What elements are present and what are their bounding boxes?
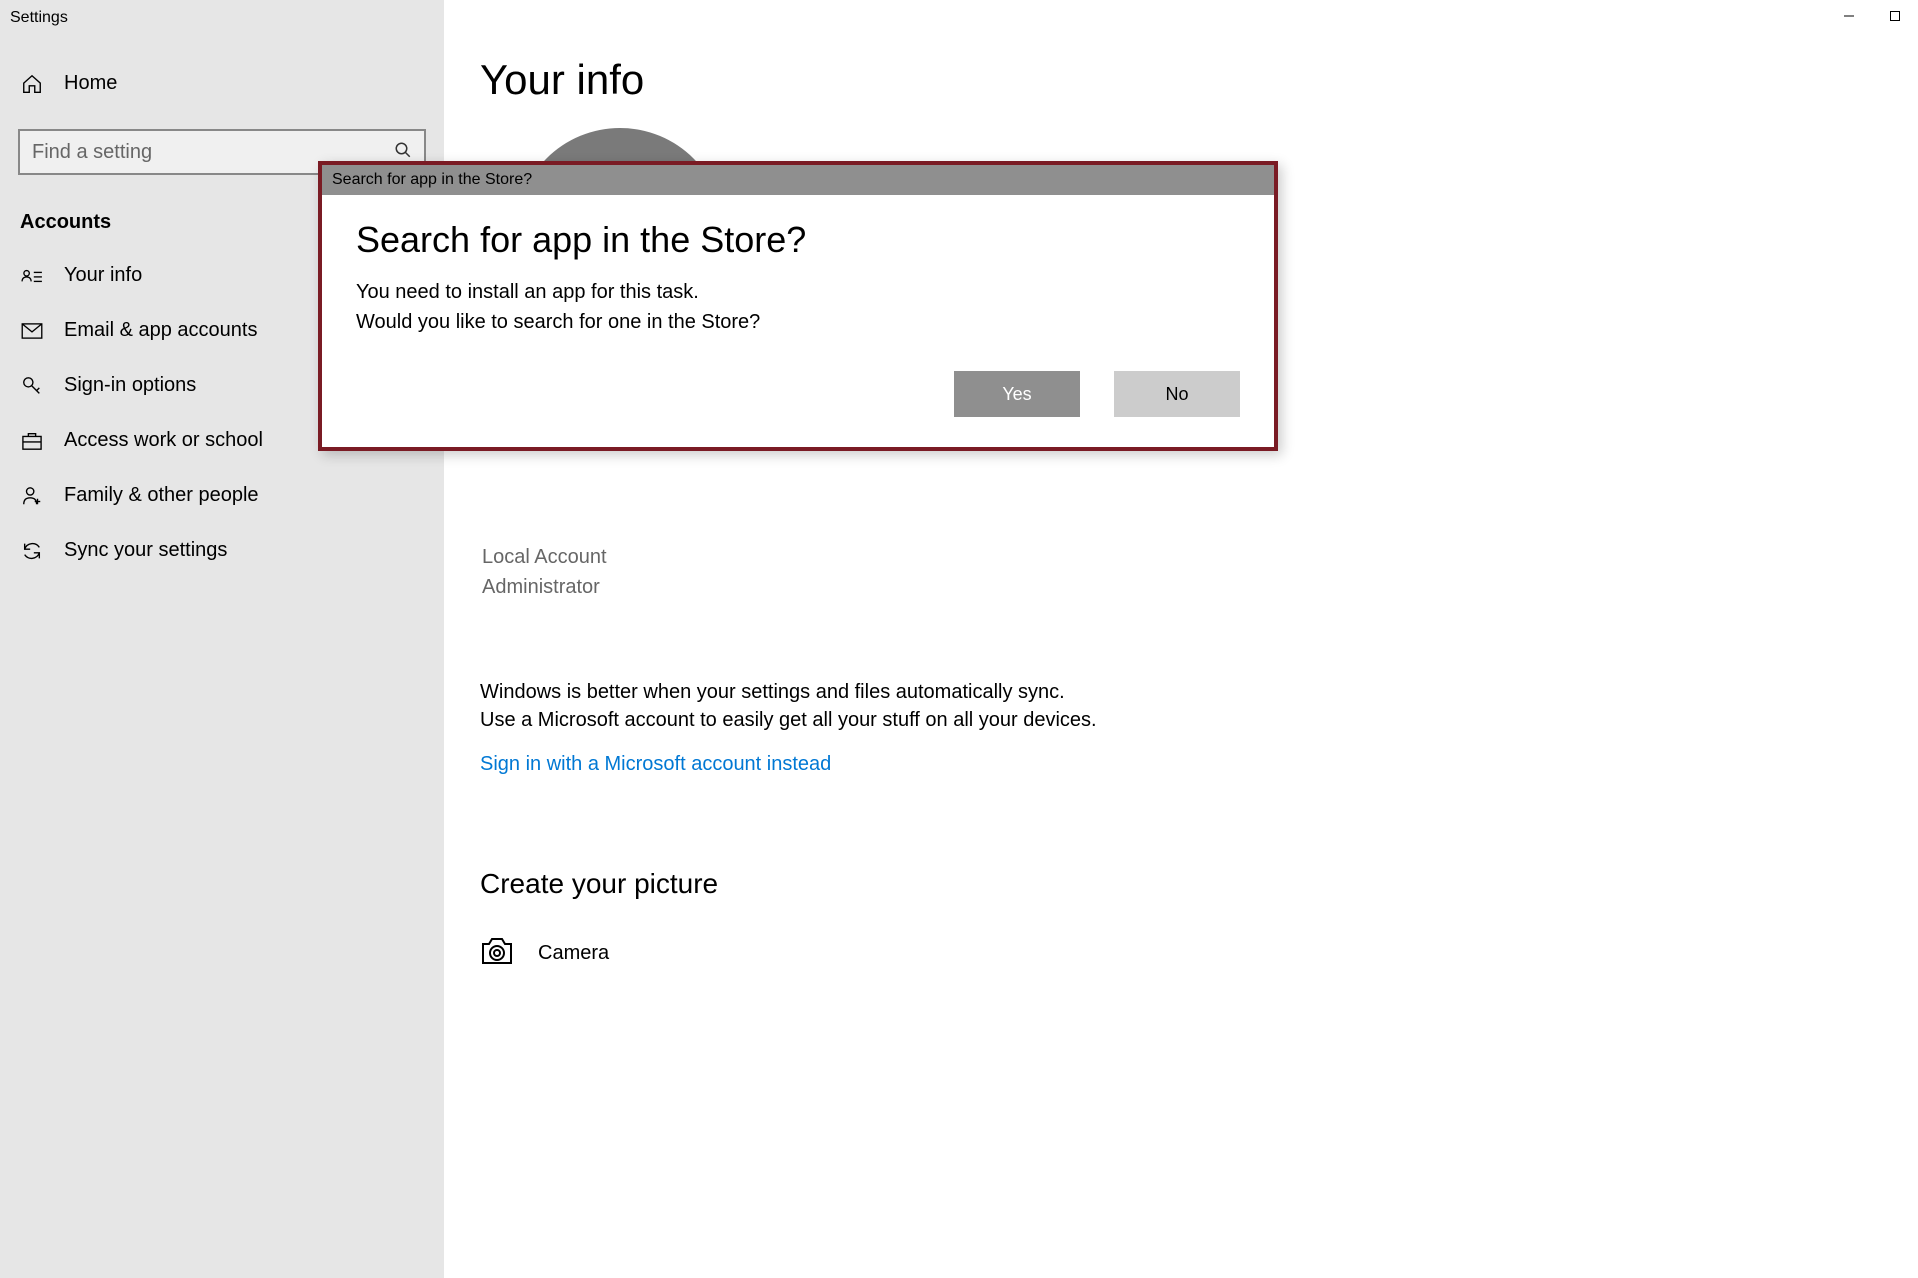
account-type: Local Account	[482, 542, 1918, 572]
create-picture-title: Create your picture	[480, 868, 1918, 900]
sidebar-item-family[interactable]: Family & other people	[0, 468, 444, 523]
store-search-dialog: Search for app in the Store? Search for …	[318, 161, 1278, 451]
mail-icon	[20, 323, 44, 339]
dialog-line1: You need to install an app for this task…	[356, 277, 1240, 307]
sidebar-item-sync[interactable]: Sync your settings	[0, 523, 444, 578]
home-nav[interactable]: Home	[0, 60, 444, 107]
home-label: Home	[64, 72, 117, 95]
window-controls	[1826, 0, 1918, 32]
nav-label: Sign-in options	[64, 374, 196, 397]
sync-description: Windows is better when your settings and…	[480, 678, 1100, 735]
page-title: Your info	[480, 56, 1918, 104]
nav-label: Family & other people	[64, 484, 259, 507]
yes-button[interactable]: Yes	[954, 371, 1080, 417]
minimize-button[interactable]	[1826, 0, 1872, 32]
minimize-icon	[1843, 10, 1855, 22]
maximize-icon	[1889, 10, 1901, 22]
account-info: Local Account Administrator	[482, 542, 1918, 602]
sign-in-link[interactable]: Sign in with a Microsoft account instead	[480, 753, 831, 776]
maximize-button[interactable]	[1872, 0, 1918, 32]
dialog-buttons: Yes No	[356, 371, 1240, 417]
nav-label: Sync your settings	[64, 539, 227, 562]
window-title: Settings	[10, 9, 68, 27]
camera-option[interactable]: Camera	[480, 936, 1918, 971]
person-card-icon	[20, 267, 44, 285]
dialog-titlebar: Search for app in the Store?	[322, 165, 1274, 195]
briefcase-icon	[20, 431, 44, 451]
camera-label: Camera	[538, 942, 609, 965]
dialog-line2: Would you like to search for one in the …	[356, 307, 1240, 337]
sync-icon	[20, 540, 44, 562]
key-icon	[20, 375, 44, 397]
nav-label: Email & app accounts	[64, 319, 257, 342]
no-button[interactable]: No	[1114, 371, 1240, 417]
home-icon	[20, 73, 44, 95]
account-role: Administrator	[482, 572, 1918, 602]
people-icon	[20, 485, 44, 507]
dialog-heading: Search for app in the Store?	[356, 219, 1240, 261]
titlebar: Settings	[0, 0, 1918, 36]
nav-label: Access work or school	[64, 429, 263, 452]
nav-label: Your info	[64, 264, 142, 287]
camera-icon	[480, 936, 514, 971]
dialog-body: Search for app in the Store? You need to…	[322, 195, 1274, 447]
